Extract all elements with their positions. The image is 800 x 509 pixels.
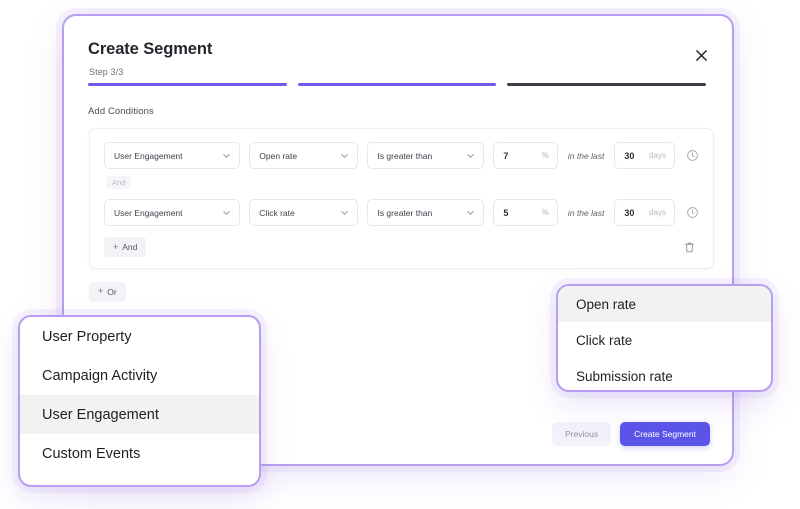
create-segment-button[interactable]: Create Segment <box>620 422 710 446</box>
chevron-down-icon <box>466 151 475 160</box>
menu-item-custom-events[interactable]: Custom Events <box>20 434 259 473</box>
condition-category-value: User Engagement <box>114 150 183 161</box>
category-dropdown-menu: User Property Campaign Activity User Eng… <box>18 315 261 487</box>
plus-icon: + <box>98 286 104 296</box>
condition-value-unit: % <box>541 208 549 217</box>
menu-item-campaign-activity[interactable]: Campaign Activity <box>20 356 259 395</box>
condition-metric-select[interactable]: Open rate <box>249 142 359 169</box>
menu-item-label: User Property <box>42 328 132 345</box>
chevron-down-icon <box>340 151 349 160</box>
add-or-label: Or <box>107 286 117 297</box>
add-or-button[interactable]: + Or <box>89 281 126 302</box>
menu-item-submission-rate[interactable]: Submission rate <box>558 358 771 390</box>
condition-row: User Engagement Open rate Is greater tha… <box>104 142 699 169</box>
condition-value-text: 5 <box>503 207 509 218</box>
condition-metric-value: Open rate <box>259 150 298 161</box>
add-and-label: And <box>122 242 138 252</box>
condition-category-value: User Engagement <box>114 207 183 218</box>
condition-timeframe-value: 30 <box>624 150 635 161</box>
chevron-down-icon <box>222 208 231 217</box>
plus-icon: + <box>113 241 119 252</box>
condition-category-select[interactable]: User Engagement <box>104 199 241 226</box>
condition-operator-select[interactable]: Is greater than <box>367 142 485 169</box>
progress-segment-2 <box>297 83 497 86</box>
clock-icon[interactable] <box>686 149 699 162</box>
timeframe-note: in the last <box>567 207 605 218</box>
add-and-button[interactable]: + And <box>104 237 147 257</box>
step-indicator-label: Step 3/3 <box>89 67 124 77</box>
condition-row: User Engagement Click rate Is greater th… <box>104 199 699 226</box>
step-progress-bar <box>88 83 708 86</box>
conditions-container: User Engagement Open rate Is greater tha… <box>89 128 714 269</box>
modal-footer: Previous Create Segment <box>552 422 710 446</box>
chevron-down-icon <box>340 208 349 217</box>
condition-timeframe-unit: days <box>649 151 666 160</box>
condition-operator-value: Is greater than <box>377 207 433 218</box>
condition-value-text: 7 <box>503 150 509 161</box>
condition-timeframe-value: 30 <box>624 207 635 218</box>
menu-item-label: User Engagement <box>42 406 159 423</box>
condition-joiner-label: And <box>106 176 132 189</box>
condition-value-input[interactable]: 5 % <box>493 199 558 226</box>
condition-operator-select[interactable]: Is greater than <box>367 199 485 226</box>
close-icon[interactable] <box>690 44 712 66</box>
menu-item-label: Click rate <box>576 332 633 348</box>
menu-item-click-rate[interactable]: Click rate <box>558 322 771 358</box>
condition-value-unit: % <box>541 151 549 160</box>
condition-timeframe-input[interactable]: 30 days <box>614 142 675 169</box>
menu-item-label: Campaign Activity <box>42 367 158 384</box>
clock-icon[interactable] <box>686 206 699 219</box>
condition-timeframe-unit: days <box>649 208 666 217</box>
condition-category-select[interactable]: User Engagement <box>104 142 241 169</box>
row-spacer <box>104 190 699 199</box>
condition-operator-value: Is greater than <box>377 150 433 161</box>
timeframe-note: in the last <box>567 150 605 161</box>
menu-item-user-property[interactable]: User Property <box>20 317 259 356</box>
screen-background: Create Segment Step 3/3 Add Conditions U… <box>0 0 800 509</box>
progress-segment-3 <box>507 83 707 86</box>
chevron-down-icon <box>466 208 475 217</box>
progress-segment-1 <box>88 83 287 86</box>
previous-button[interactable]: Previous <box>552 422 612 446</box>
menu-item-label: Submission rate <box>576 368 673 384</box>
menu-item-label: Open rate <box>576 296 637 312</box>
chevron-down-icon <box>222 151 231 160</box>
condition-value-input[interactable]: 7 % <box>493 142 558 169</box>
conditions-footer: + And <box>104 237 699 257</box>
condition-metric-value: Click rate <box>259 207 295 218</box>
add-conditions-label: Add Conditions <box>88 106 154 117</box>
page-title: Create Segment <box>88 40 213 58</box>
menu-item-open-rate[interactable]: Open rate <box>558 286 771 322</box>
menu-item-user-engagement[interactable]: User Engagement <box>20 395 259 434</box>
condition-metric-select[interactable]: Click rate <box>249 199 359 226</box>
metric-dropdown-menu: Open rate Click rate Submission rate <box>556 284 773 392</box>
menu-item-label: Custom Events <box>42 445 141 462</box>
condition-timeframe-input[interactable]: 30 days <box>614 199 675 226</box>
trash-icon[interactable] <box>683 241 696 254</box>
